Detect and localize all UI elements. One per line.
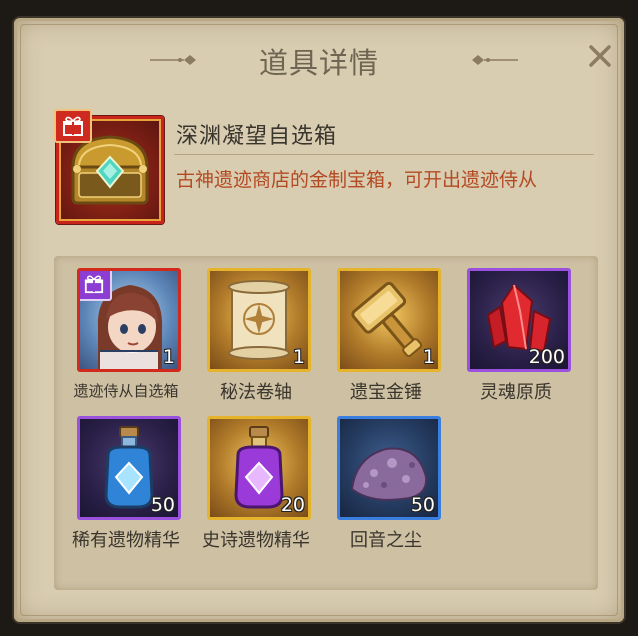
reward-count: 1: [162, 346, 175, 368]
reward-count: 1: [292, 346, 305, 368]
reward-count: 1: [422, 346, 435, 368]
divider: [174, 154, 594, 155]
reward-icon-frame: 1: [77, 268, 181, 372]
reward-icon-frame: 50: [337, 416, 441, 520]
reward-icon-frame: 1: [207, 268, 311, 372]
reward-item[interactable]: 50 稀有遗物精华: [72, 416, 181, 552]
item-description: 古神遗迹商店的金制宝箱，可开出遗迹侍从: [176, 169, 538, 191]
reward-icon-frame: 1: [337, 268, 441, 372]
reward-count: 20: [280, 494, 305, 516]
reward-label: 稀有遗物精华: [72, 530, 180, 551]
reward-label: 遗迹侍从自选箱: [73, 382, 179, 400]
dialog-title: 道具详情: [258, 46, 379, 80]
reward-list-panel: 1 遗迹侍从自选箱 1 秘法卷轴 1 遗宝金锤 200 灵魂原质 50 稀有遗物…: [54, 256, 598, 590]
close-icon: [589, 45, 611, 67]
reward-label: 灵魂原质: [480, 382, 552, 403]
reward-label: 遗宝金锤: [350, 382, 422, 403]
reward-item[interactable]: 1 遗宝金锤: [332, 268, 441, 404]
item-icon: [54, 109, 164, 224]
reward-label: 史诗遗物精华: [202, 530, 310, 551]
reward-item[interactable]: 1 秘法卷轴: [202, 268, 311, 404]
reward-label: 回音之尘: [350, 530, 422, 551]
gift-icon: [63, 116, 83, 136]
reward-count: 50: [150, 494, 175, 516]
reward-icon-frame: 50: [77, 416, 181, 520]
reward-count: 50: [410, 494, 435, 516]
gift-badge: [54, 109, 92, 143]
reward-item[interactable]: 1 遗迹侍从自选箱: [72, 268, 181, 401]
close-button[interactable]: [585, 41, 615, 71]
reward-label: 秘法卷轴: [220, 382, 292, 403]
reward-item[interactable]: 200 灵魂原质: [462, 268, 571, 404]
reward-icon-frame: 200: [467, 268, 571, 372]
reward-item[interactable]: 50 回音之尘: [332, 416, 441, 552]
title-ornament-right-icon: [472, 55, 518, 65]
reward-icon-frame: 20: [207, 416, 311, 520]
reward-count: 200: [528, 346, 565, 368]
item-name: 深渊凝望自选箱: [176, 124, 338, 149]
gift-icon: [84, 275, 104, 294]
reward-item[interactable]: 20 史诗遗物精华: [202, 416, 311, 552]
gift-badge: [80, 271, 112, 301]
item-detail-dialog: 道具详情 深渊凝望自选箱 古神遗迹商店的金制宝箱，可开出遗迹侍从 1 遗迹侍从自…: [14, 18, 624, 622]
